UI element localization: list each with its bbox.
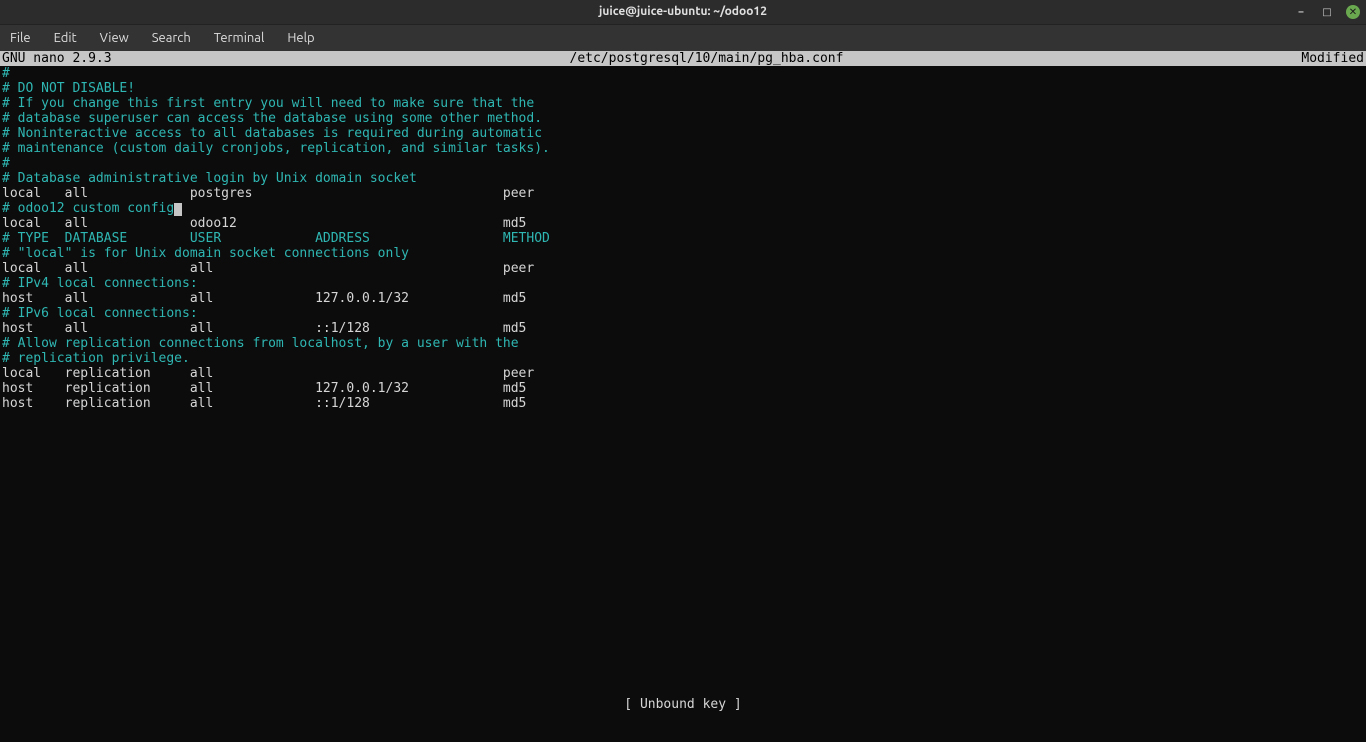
editor-line[interactable]: # maintenance (custom daily cronjobs, re… (2, 141, 1364, 156)
minimize-icon[interactable]: – (1294, 5, 1308, 19)
menu-terminal[interactable]: Terminal (204, 25, 275, 51)
editor-line[interactable]: local all postgres peer (2, 186, 1364, 201)
nano-title-bar: GNU nano 2.9.3 /etc/postgresql/10/main/p… (0, 51, 1366, 66)
editor-line[interactable]: local replication all peer (2, 366, 1364, 381)
window-controls: – □ ✕ (1294, 0, 1360, 24)
nano-status-message: [ Unbound key ] (0, 697, 1366, 712)
editor-body[interactable]: ## DO NOT DISABLE!# If you change this f… (0, 66, 1366, 411)
editor-line[interactable]: # "local" is for Unix domain socket conn… (2, 246, 1364, 261)
editor-line[interactable]: # odoo12 custom config (2, 201, 1364, 216)
window-titlebar: juice@juice-ubuntu: ~/odoo12 – □ ✕ (0, 0, 1366, 24)
editor-line[interactable]: # Noninteractive access to all databases… (2, 126, 1364, 141)
nano-app-label: GNU nano 2.9.3 (0, 51, 112, 66)
editor-line[interactable]: host replication all ::1/128 md5 (2, 396, 1364, 411)
menu-search[interactable]: Search (142, 25, 201, 51)
editor-line[interactable]: local all odoo12 md5 (2, 216, 1364, 231)
menu-help[interactable]: Help (277, 25, 324, 51)
editor-line[interactable]: # If you change this first entry you wil… (2, 96, 1364, 111)
editor-line[interactable]: local all all peer (2, 261, 1364, 276)
menu-file[interactable]: File (6, 25, 41, 51)
close-icon[interactable]: ✕ (1346, 5, 1360, 19)
nano-modified-label: Modified (1301, 51, 1366, 66)
editor-line[interactable]: # DO NOT DISABLE! (2, 81, 1364, 96)
editor-line[interactable]: # TYPE DATABASE USER ADDRESS METHOD (2, 231, 1364, 246)
text-cursor (174, 203, 182, 216)
nano-shortcut-bar: ^G Get Help^O Write Out^W Where Is^K Cut… (0, 712, 1366, 742)
maximize-icon[interactable]: □ (1320, 5, 1334, 19)
menubar: File Edit View Search Terminal Help (0, 24, 1366, 51)
editor-line[interactable]: # Allow replication connections from loc… (2, 336, 1364, 351)
editor-line[interactable]: host replication all 127.0.0.1/32 md5 (2, 381, 1364, 396)
menu-edit[interactable]: Edit (44, 25, 87, 51)
editor-line[interactable]: # replication privilege. (2, 351, 1364, 366)
menu-view[interactable]: View (90, 25, 139, 51)
editor-line[interactable]: host all all 127.0.0.1/32 md5 (2, 291, 1364, 306)
editor-line[interactable]: # (2, 156, 1364, 171)
editor-line[interactable]: host all all ::1/128 md5 (2, 321, 1364, 336)
editor-line[interactable]: # Database administrative login by Unix … (2, 171, 1364, 186)
window-title: juice@juice-ubuntu: ~/odoo12 (599, 5, 767, 18)
editor-line[interactable]: # database superuser can access the data… (2, 111, 1364, 126)
nano-file-path: /etc/postgresql/10/main/pg_hba.conf (112, 51, 1302, 66)
editor-line[interactable]: # IPv6 local connections: (2, 306, 1364, 321)
editor-line[interactable]: # IPv4 local connections: (2, 276, 1364, 291)
editor-line[interactable]: # (2, 66, 1364, 81)
terminal[interactable]: GNU nano 2.9.3 /etc/postgresql/10/main/p… (0, 51, 1366, 742)
